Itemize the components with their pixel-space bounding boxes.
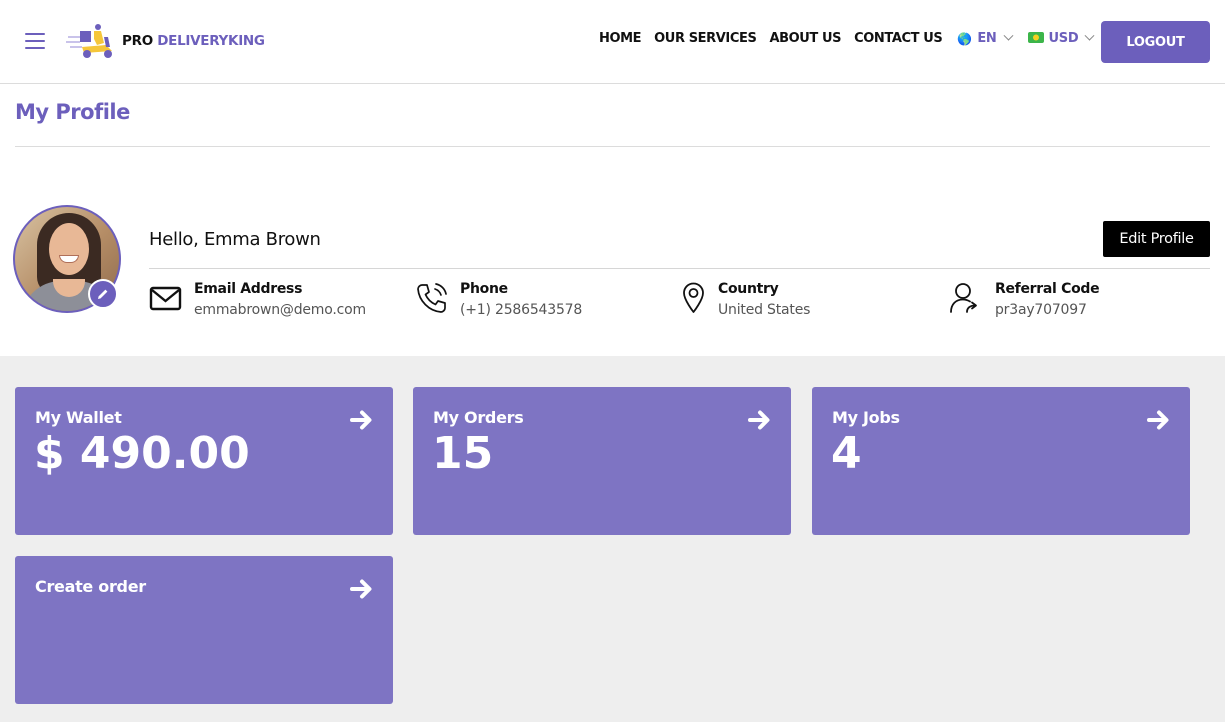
banknote-icon — [1027, 32, 1044, 45]
phone-label: Phone — [460, 281, 508, 297]
nav-about-us[interactable]: ABOUT US — [769, 31, 841, 46]
referral-label: Referral Code — [995, 281, 1100, 297]
phone-icon — [417, 283, 447, 313]
edit-profile-button[interactable]: Edit Profile — [1103, 221, 1210, 257]
phone-info: Phone (+1) 2586543578 — [415, 280, 582, 320]
card-value: $ 490.00 — [34, 428, 250, 479]
currency-selector[interactable]: USD — [1027, 30, 1095, 46]
country-info: Country United States — [681, 280, 810, 320]
chevron-down-icon — [1003, 30, 1013, 41]
divider — [149, 268, 1210, 269]
create-order-card[interactable]: Create order — [15, 556, 393, 704]
chevron-down-icon — [1084, 30, 1095, 41]
top-header: PRO DELIVERYKING HOME OUR SERVICES ABOUT… — [0, 0, 1225, 84]
divider — [15, 146, 1210, 147]
card-label: My Orders — [433, 408, 524, 427]
currency-code: USD — [1048, 31, 1079, 46]
nav-contact-us[interactable]: CONTACT US — [854, 31, 943, 46]
greeting: Hello, Emma Brown — [149, 229, 321, 250]
card-label: Create order — [35, 577, 146, 596]
user-share-icon — [950, 283, 977, 313]
arrow-right-icon — [1147, 410, 1169, 430]
referral-value: pr3ay707097 — [995, 302, 1087, 318]
arrow-right-icon — [350, 410, 372, 430]
phone-value: (+1) 2586543578 — [460, 302, 583, 318]
logo-brand: DELIVERYKING — [157, 33, 265, 49]
arrow-right-icon — [748, 410, 770, 430]
envelope-icon — [149, 286, 182, 311]
email-value: emmabrown@demo.com — [194, 302, 366, 318]
site-logo[interactable]: PRO DELIVERYKING — [66, 22, 265, 60]
arrow-right-icon — [350, 579, 372, 599]
jobs-card[interactable]: My Jobs 4 — [812, 387, 1190, 535]
globe-icon: 🌎 — [957, 31, 973, 46]
card-value: 4 — [831, 428, 862, 479]
email-label: Email Address — [194, 281, 303, 297]
referral-info: Referral Code pr3ay707097 — [948, 280, 1100, 320]
nav-home[interactable]: HOME — [599, 31, 642, 46]
wallet-card[interactable]: My Wallet $ 490.00 — [15, 387, 393, 535]
card-label: My Wallet — [35, 408, 122, 427]
logo-text: PRO DELIVERYKING — [122, 33, 265, 49]
main-nav: HOME OUR SERVICES ABOUT US CONTACT US 🌎 … — [599, 30, 1107, 46]
logo-prefix: PRO — [122, 33, 153, 49]
country-label: Country — [718, 281, 779, 297]
orders-card[interactable]: My Orders 15 — [413, 387, 791, 535]
card-value: 15 — [432, 428, 494, 479]
map-pin-icon — [683, 282, 704, 313]
logout-button[interactable]: LOGOUT — [1101, 21, 1210, 63]
hamburger-menu-icon[interactable] — [25, 33, 45, 49]
delivery-scooter-icon — [66, 24, 112, 58]
email-info: Email Address emmabrown@demo.com — [149, 280, 366, 320]
nav-our-services[interactable]: OUR SERVICES — [654, 31, 757, 46]
profile-avatar — [13, 205, 121, 313]
card-label: My Jobs — [832, 408, 900, 427]
language-code: EN — [977, 31, 997, 46]
edit-avatar-button[interactable] — [88, 279, 118, 309]
language-selector[interactable]: 🌎 EN — [957, 30, 1013, 46]
pencil-icon — [98, 289, 108, 299]
page-title: My Profile — [15, 100, 130, 124]
country-value: United States — [718, 302, 811, 318]
